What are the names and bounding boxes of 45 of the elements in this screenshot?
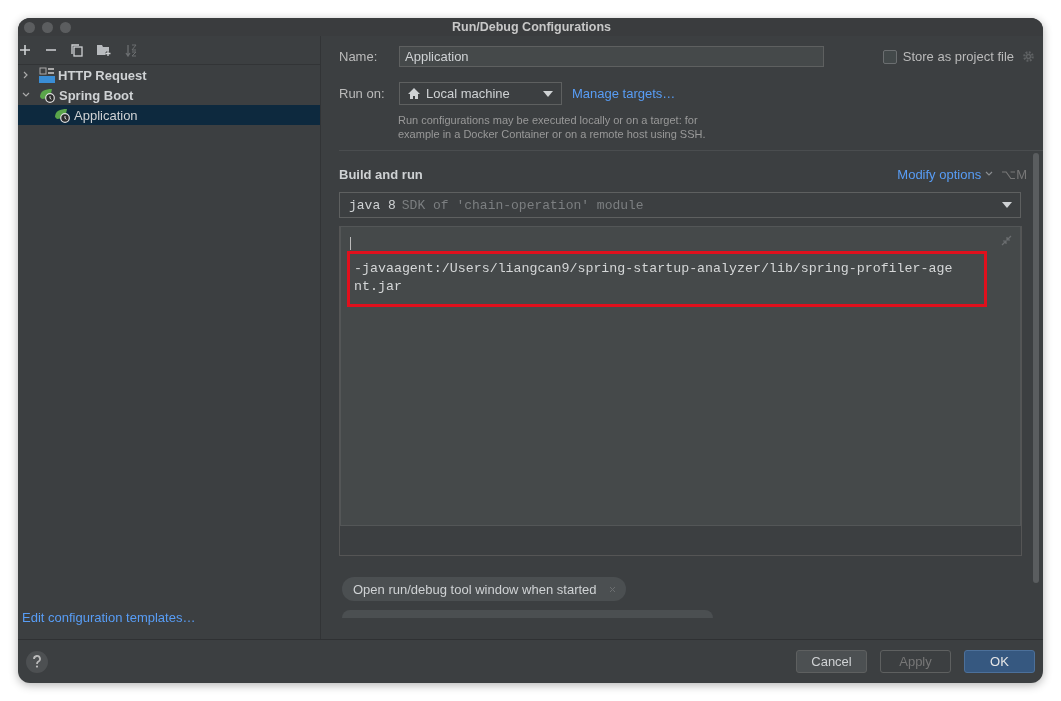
run-on-dropdown[interactable]: Local machine xyxy=(399,82,562,105)
chevron-right-icon[interactable] xyxy=(22,71,30,79)
close-icon[interactable] xyxy=(608,585,616,593)
code-line: nt.jar xyxy=(354,278,403,296)
help-button[interactable] xyxy=(26,650,48,673)
dialog-button[interactable]: OK xyxy=(964,650,1035,673)
code-line: -javaagent:/Users/liangcan9/spring-startup-analyzer/lib/spring-profiler-age xyxy=(354,260,954,278)
sort-icon[interactable] xyxy=(125,43,137,57)
edit-templates-link[interactable]: Edit configuration templates… xyxy=(18,610,320,639)
run-on-label: Run on: xyxy=(339,86,386,101)
new-folder-icon[interactable] xyxy=(97,44,111,56)
spring-leaf-icon xyxy=(54,107,71,123)
zoom-button[interactable] xyxy=(60,21,71,33)
modify-options-link[interactable]: Modify options xyxy=(897,166,994,182)
dropdown-arrow-icon xyxy=(543,90,553,97)
tree-item[interactable]: HTTP Request xyxy=(18,65,320,85)
api-icon xyxy=(39,67,55,83)
name-field[interactable]: Application xyxy=(399,46,824,67)
dropdown-arrow-icon xyxy=(1002,202,1012,208)
chevron-down-icon[interactable] xyxy=(22,91,30,99)
section-title: Build and run xyxy=(339,166,423,182)
minimize-button[interactable] xyxy=(42,21,53,33)
shortcut-hint: ⌥M xyxy=(1001,166,1027,182)
hint-text: Run configurations may be executed locally or on a target: for example in a Docker Container or on a remote host using SSH. xyxy=(398,113,707,141)
window-title: Run/Debug Configurations xyxy=(451,20,612,34)
spring-leaf-icon xyxy=(39,87,56,103)
dialog-button[interactable]: Cancel xyxy=(796,650,867,673)
collapse-icon[interactable] xyxy=(1001,235,1012,246)
sdk-dropdown[interactable]: java 8 SDK of 'chain-operation' module xyxy=(339,192,1021,218)
add-icon[interactable] xyxy=(19,44,31,56)
vm-options-field[interactable]: -javaagent:/Users/liangcan9/spring-startup-analyzer/lib/spring-profiler-age nt.jar xyxy=(340,226,1021,526)
chevron-down-icon[interactable] xyxy=(985,171,994,177)
gear-icon[interactable] xyxy=(1022,50,1035,63)
home-icon xyxy=(408,88,420,99)
option-chip[interactable]: Open run/debug tool window when started xyxy=(342,577,626,601)
checkbox-label[interactable]: Store as project file xyxy=(902,49,1014,64)
manage-targets-link[interactable]: Manage targets… xyxy=(572,86,676,101)
tree-item[interactable]: Spring Boot xyxy=(18,85,320,105)
question-mark-icon[interactable] xyxy=(32,655,42,668)
close-button[interactable] xyxy=(24,21,35,33)
name-label: Name: xyxy=(339,49,379,64)
checkbox[interactable] xyxy=(882,49,897,64)
scrollbar-thumb[interactable] xyxy=(1033,153,1039,583)
tree-item[interactable]: Application xyxy=(18,105,320,125)
copy-icon[interactable] xyxy=(71,43,83,57)
